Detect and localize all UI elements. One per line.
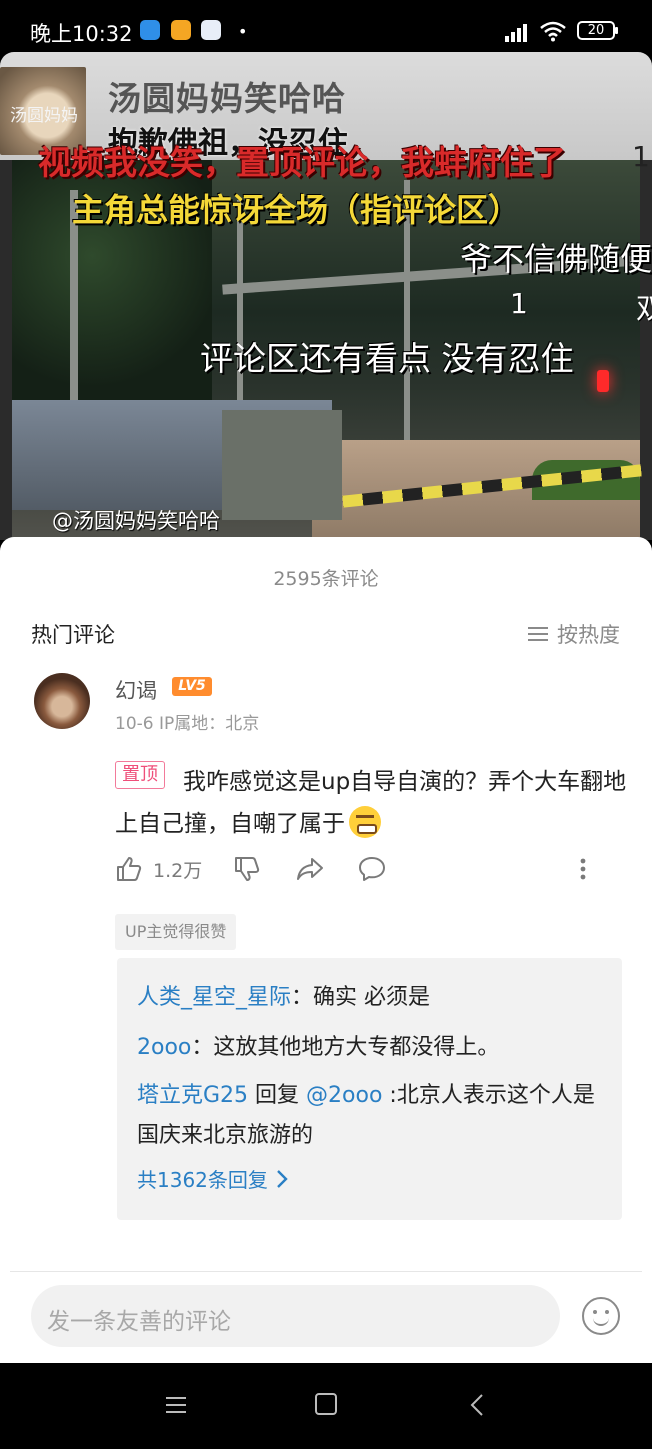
avatar-text: 汤圆妈妈: [10, 106, 78, 126]
comment-meta: 10-6 IP属地：北京: [115, 714, 260, 734]
chevron-right-icon: [277, 1169, 288, 1188]
thumbs-up-icon: [117, 857, 142, 881]
cloud-app-icon: [140, 20, 160, 40]
comment-count: 2595条评论: [273, 568, 379, 590]
reply-mention[interactable]: @2ooo: [306, 1083, 382, 1108]
reply-username[interactable]: 2ooo: [137, 1035, 191, 1060]
pinned-badge: 置顶: [115, 761, 165, 789]
channel-title[interactable]: 汤圆妈妈笑哈哈: [108, 72, 346, 120]
sort-icon: [528, 626, 548, 642]
reply-verb: 回复: [248, 1083, 307, 1108]
scene-truck-cab: [222, 410, 342, 520]
comment-body[interactable]: 我咋感觉这是up自导自演的？弄个大车翻地上自己撞，自嘲了属于: [115, 761, 630, 845]
overlay-danmaku: 1: [510, 287, 528, 320]
notes-app-icon: [171, 20, 191, 40]
comment-panel: 2595条评论 热门评论 按热度 幻谒 LV5 10-6 IP属地：北京 我咋感…: [0, 537, 652, 1363]
level-badge: LV5: [172, 677, 212, 696]
settings-app-icon: [201, 20, 221, 40]
comment-bubble-icon: [359, 857, 385, 881]
back-icon[interactable]: [466, 1393, 490, 1417]
reply-text: ：这放其他地方大专都没得上。: [191, 1035, 500, 1060]
more-options-button[interactable]: [577, 855, 589, 883]
menu-icon[interactable]: [166, 1393, 190, 1417]
like-count: 1.2万: [153, 859, 203, 882]
avatar[interactable]: [34, 673, 90, 729]
share-button[interactable]: [295, 855, 325, 883]
overlay-number: 1: [632, 140, 650, 173]
signal-icon: [505, 22, 533, 42]
replies-preview[interactable]: 人类_星空_星际：确实 必须是 2ooo：这放其他地方大专都没得上。 塔立克G2…: [117, 958, 622, 1220]
overlay-red-caption: 视频我没笑，置顶评论，我蚌府住了: [38, 143, 566, 182]
wifi-icon: [540, 21, 566, 42]
emoji-picker-icon[interactable]: [582, 1297, 620, 1335]
comment-actions: 1.2万: [115, 855, 595, 891]
dislike-button[interactable]: [233, 855, 261, 883]
system-nav-bar: [0, 1363, 652, 1449]
video-watermark: @汤圆妈妈笑哈哈: [52, 509, 220, 533]
status-dot: •: [238, 22, 248, 41]
more-vertical-icon: [580, 858, 586, 880]
overlay-danmaku: 评论区还有看点 没有忍住: [200, 339, 574, 378]
overlay-danmaku: 爷不信佛随便: [460, 240, 652, 278]
section-title-hot-comments: 热门评论: [31, 623, 115, 647]
reply-username[interactable]: 人类_星空_星际: [137, 985, 291, 1010]
like-button[interactable]: 1.2万: [115, 855, 202, 883]
grimace-emoji-icon: [349, 806, 381, 838]
home-icon[interactable]: [315, 1393, 337, 1415]
thumbs-down-icon: [235, 857, 260, 881]
comment-input[interactable]: 发一条友善的评论: [31, 1285, 560, 1347]
up-liked-badge: UP主觉得很赞: [115, 914, 237, 950]
view-all-replies-link[interactable]: 共1362条回复: [137, 1164, 288, 1193]
more-replies-label: 共1362条回复: [137, 1168, 268, 1192]
battery-icon: 20: [577, 21, 618, 40]
sort-button[interactable]: 按热度: [528, 619, 620, 649]
reply-item[interactable]: 2ooo：这放其他地方大专都没得上。: [137, 1028, 607, 1068]
comment-username[interactable]: 幻谒: [115, 675, 157, 705]
divider: [10, 1271, 642, 1272]
status-time: 晚上10:32: [30, 22, 133, 46]
sort-label: 按热度: [557, 623, 620, 647]
reply-text: ：确实 必须是: [291, 985, 431, 1010]
reply-username[interactable]: 塔立克G25: [137, 1083, 248, 1108]
overlay-danmaku: 双: [636, 292, 652, 325]
overlay-yellow-caption: 主角总能惊讶全场（指评论区）: [72, 191, 521, 229]
reply-item[interactable]: 塔立克G25 回复 @2ooo :北京人表示这个人是国庆来北京旅游的: [137, 1076, 607, 1156]
share-icon: [297, 858, 323, 880]
reply-button[interactable]: [357, 855, 387, 883]
scene-red-light: [597, 370, 609, 392]
video-player[interactable]: 汤圆妈妈 汤圆妈妈笑哈哈 抱歉佛祖，没忍住 视频我没笑，置顶评论，我蚌府住了 1…: [0, 52, 652, 540]
comment-input-placeholder: 发一条友善的评论: [47, 1309, 231, 1335]
reply-item[interactable]: 人类_星空_星际：确实 必须是: [137, 978, 607, 1018]
